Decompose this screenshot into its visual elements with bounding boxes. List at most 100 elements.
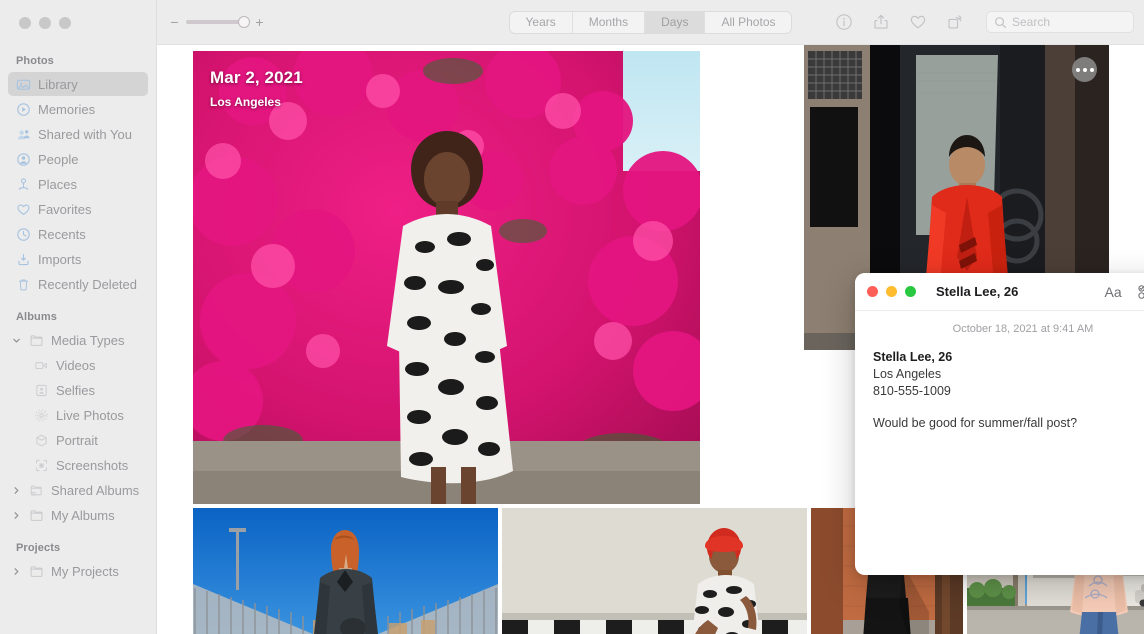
window-traffic-lights xyxy=(0,0,156,45)
zoom-slider-knob[interactable] xyxy=(238,16,250,28)
people-icon xyxy=(16,152,31,167)
sidebar-item-places[interactable]: Places xyxy=(8,172,148,196)
sidebar-section-albums-title: Albums xyxy=(16,311,57,323)
sidebar-item-my-projects[interactable]: My Projects xyxy=(8,559,148,583)
sidebar-item-label: My Albums xyxy=(51,507,115,523)
notes-body[interactable]: October 18, 2021 at 9:41 AM Stella Lee, … xyxy=(855,311,1144,575)
live-photo-icon xyxy=(34,408,49,423)
photo-woman-bridge[interactable] xyxy=(193,508,498,634)
sidebar-item-shared-albums[interactable]: Shared Albums xyxy=(8,478,148,502)
chevron-down-icon[interactable] xyxy=(10,336,22,345)
photos-app-window: Photos Library Memories Shared with You xyxy=(0,0,1144,634)
search-input[interactable]: Search xyxy=(986,11,1134,33)
sidebar-item-portrait[interactable]: Portrait xyxy=(8,428,148,452)
library-icon xyxy=(16,77,31,92)
tab-days[interactable]: Days xyxy=(644,11,705,33)
video-icon xyxy=(34,358,49,373)
chevron-right-icon[interactable] xyxy=(10,511,22,520)
tab-years[interactable]: Years xyxy=(510,12,572,33)
chevron-right-icon[interactable] xyxy=(10,486,22,495)
note-line-phone: 810-555-1009 xyxy=(873,384,951,398)
sidebar-item-favorites[interactable]: Favorites xyxy=(8,197,148,221)
tab-all-photos[interactable]: All Photos xyxy=(704,11,791,33)
main-content: − + Years Months Days All Photos Search … xyxy=(157,0,1144,634)
note-line-comment: Would be good for summer/fall post? xyxy=(873,416,1078,430)
sidebar-item-videos[interactable]: Videos xyxy=(8,353,148,377)
sidebar-item-label: Imports xyxy=(38,251,82,267)
zoom-in-button[interactable]: + xyxy=(255,15,264,29)
photo-woman-checkered-floor[interactable] xyxy=(502,508,807,634)
format-aa-button[interactable]: Aa xyxy=(1105,285,1122,299)
sidebar-item-recents[interactable]: Recents xyxy=(8,222,148,246)
clock-icon xyxy=(16,227,31,242)
notes-window-title: Stella Lee, 26 xyxy=(936,284,1019,299)
info-icon[interactable] xyxy=(834,12,854,32)
selfie-icon xyxy=(34,383,49,398)
sidebar-item-label: People xyxy=(38,151,79,167)
sidebar-item-media-types[interactable]: Media Types xyxy=(8,328,148,352)
sidebar-item-recently-deleted[interactable]: Recently Deleted xyxy=(8,272,148,296)
search-placeholder: Search xyxy=(1012,15,1051,29)
sidebar-item-shared-with-you[interactable]: Shared with You xyxy=(8,122,148,146)
zoom-slider-track[interactable] xyxy=(186,16,250,28)
sidebar-item-label: Screenshots xyxy=(56,457,129,473)
sidebar-item-label: Shared with You xyxy=(38,126,132,142)
folder-icon xyxy=(29,508,44,523)
sidebar-item-label: My Projects xyxy=(51,563,119,579)
view-mode-segmented-control[interactable]: Years Months Days All Photos xyxy=(508,10,793,34)
folder-icon xyxy=(29,564,44,579)
sidebar-item-selfies[interactable]: Selfies xyxy=(8,378,148,402)
sidebar: Photos Library Memories Shared with You xyxy=(0,0,157,634)
sidebar-item-label: Memories xyxy=(38,101,96,117)
notes-toolbar: Aa » xyxy=(1105,284,1144,300)
sidebar-item-live-photos[interactable]: Live Photos xyxy=(8,403,148,427)
trash-icon xyxy=(16,277,31,292)
notes-traffic-lights xyxy=(867,286,916,297)
places-icon xyxy=(16,177,31,192)
checklist-button[interactable] xyxy=(1138,284,1144,300)
chevron-right-icon[interactable] xyxy=(10,567,22,576)
screenshot-icon xyxy=(34,458,49,473)
share-icon[interactable] xyxy=(871,12,891,32)
sidebar-item-screenshots[interactable]: Screenshots xyxy=(8,453,148,477)
sidebar-item-label: Videos xyxy=(56,357,96,373)
sidebar-item-label: Recently Deleted xyxy=(38,276,137,292)
sidebar-item-my-albums[interactable]: My Albums xyxy=(8,503,148,527)
folder-icon xyxy=(29,333,44,348)
minimize-button[interactable] xyxy=(39,17,51,29)
sidebar-item-memories[interactable]: Memories xyxy=(8,97,148,121)
search-icon xyxy=(994,16,1007,29)
shared-albums-icon xyxy=(29,483,44,498)
sidebar-item-label: Recents xyxy=(38,226,86,242)
more-options-icon[interactable] xyxy=(1072,57,1097,82)
sidebar-item-imports[interactable]: Imports xyxy=(8,247,148,271)
sidebar-item-label: Portrait xyxy=(56,432,98,448)
zoom-slider[interactable]: − + xyxy=(157,15,264,29)
sidebar-section-photos-title: Photos xyxy=(16,55,54,67)
sidebar-item-library[interactable]: Library xyxy=(8,72,148,96)
heart-icon xyxy=(16,202,31,217)
notes-close-button[interactable] xyxy=(867,286,878,297)
tab-months[interactable]: Months xyxy=(571,11,644,33)
sidebar-item-people[interactable]: People xyxy=(8,147,148,171)
rotate-icon[interactable] xyxy=(945,12,965,32)
shared-with-you-icon xyxy=(16,127,31,142)
photo-woman-bougainvillea[interactable]: Mar 2, 2021 Los Angeles xyxy=(193,51,700,504)
sidebar-item-label: Places xyxy=(38,176,78,192)
toolbar-actions: Search xyxy=(834,11,1134,33)
note-spacer xyxy=(873,400,1144,415)
notes-titlebar: Stella Lee, 26 Aa » xyxy=(855,273,1144,311)
note-line-name: Stella Lee, 26 xyxy=(873,350,953,364)
sidebar-scroll: Photos Library Memories Shared with You xyxy=(0,45,156,583)
sidebar-item-label: Library xyxy=(38,76,78,92)
sidebar-section-projects-title: Projects xyxy=(16,542,61,554)
sidebar-item-label: Media Types xyxy=(51,332,125,348)
notes-window[interactable]: Stella Lee, 26 Aa » xyxy=(855,273,1144,575)
close-button[interactable] xyxy=(19,17,31,29)
sidebar-item-label: Favorites xyxy=(38,201,92,217)
notes-minimize-button[interactable] xyxy=(886,286,897,297)
zoom-button[interactable] xyxy=(59,17,71,29)
favorite-icon[interactable] xyxy=(908,12,928,32)
notes-zoom-button[interactable] xyxy=(905,286,916,297)
zoom-out-button[interactable]: − xyxy=(170,15,179,29)
